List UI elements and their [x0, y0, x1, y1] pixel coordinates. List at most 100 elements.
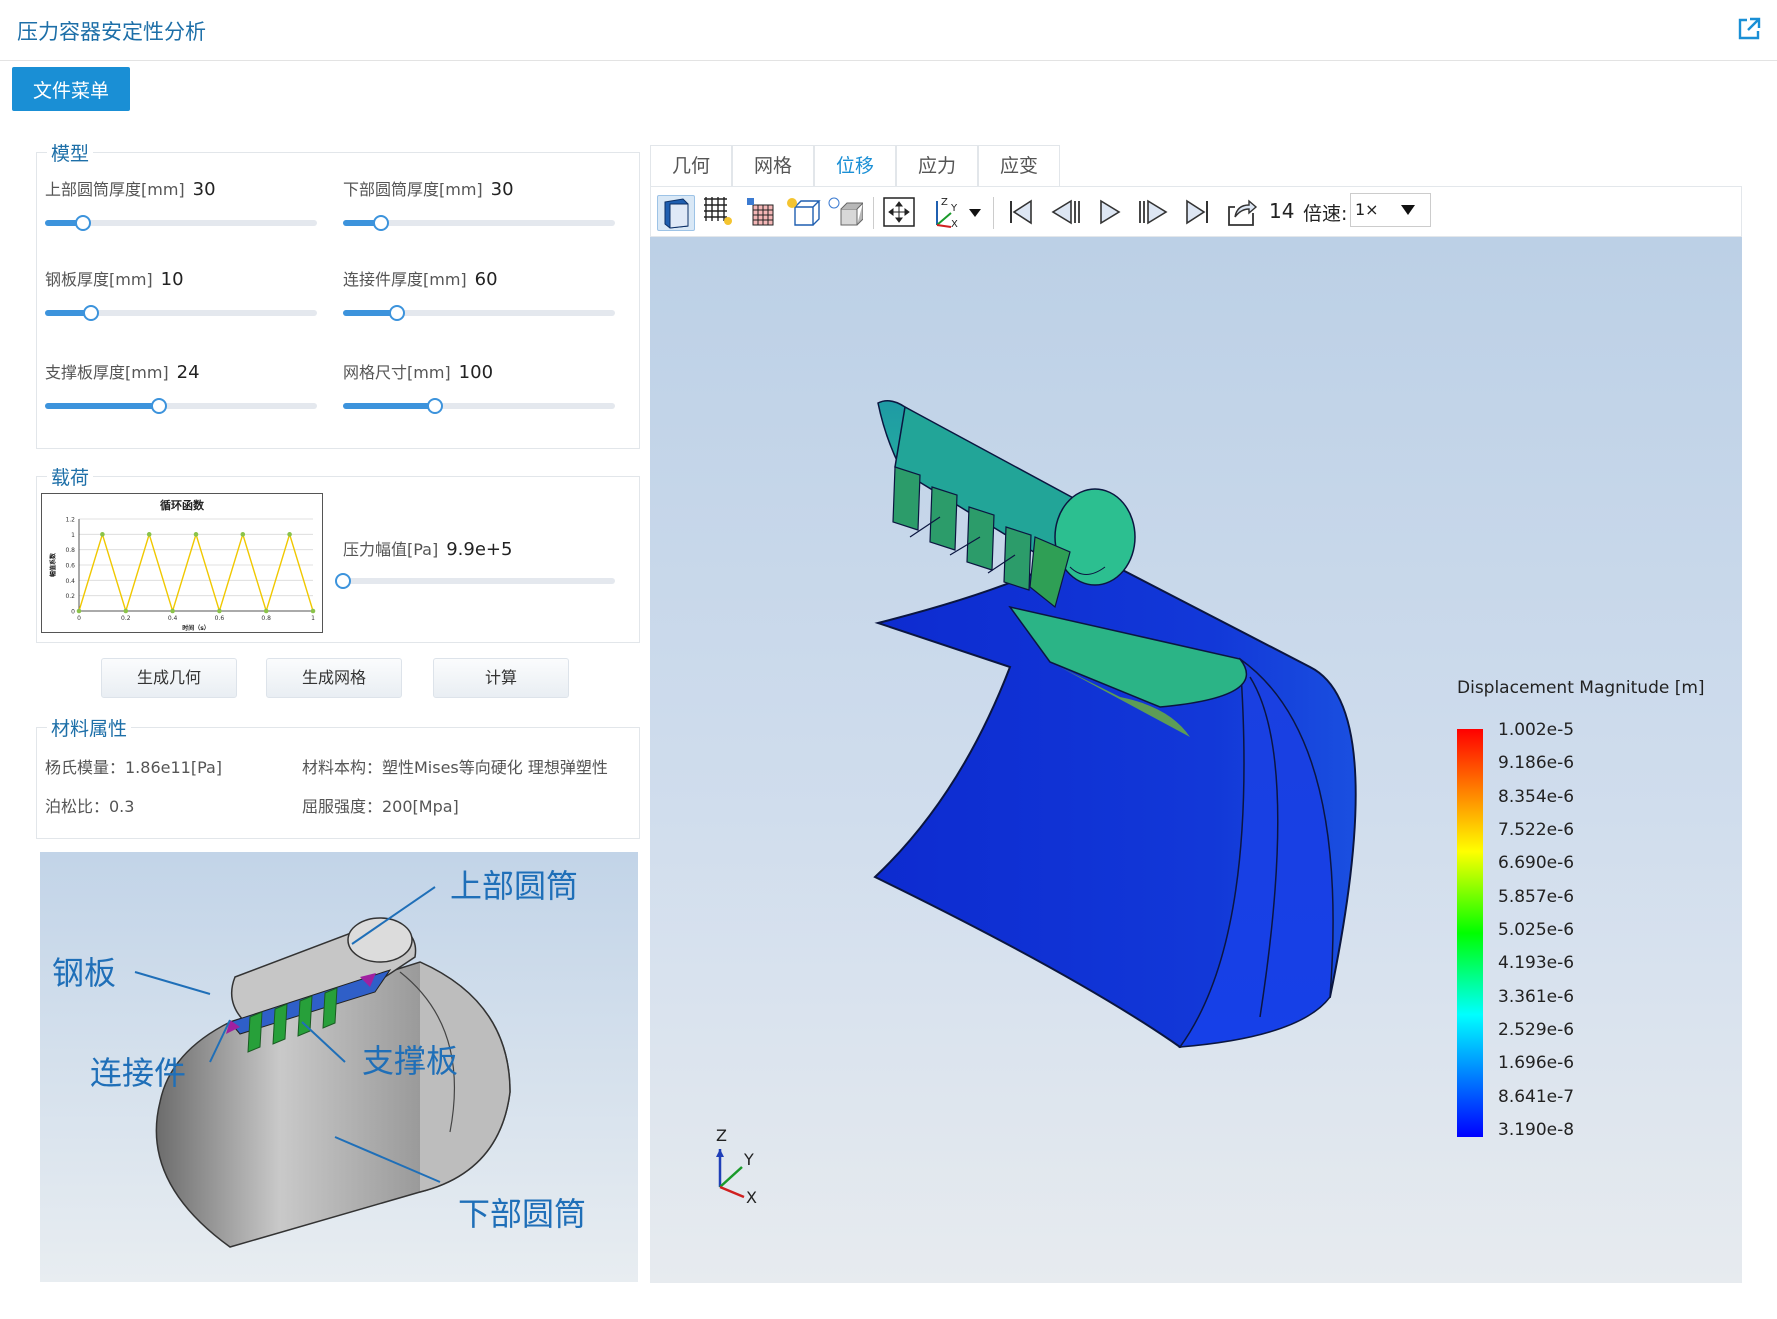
file-menu-button[interactable]: 文件菜单 — [12, 67, 130, 111]
param-value: 10 — [160, 269, 184, 290]
model-param-3: 连接件厚度[mm] 60 — [343, 266, 498, 290]
label-lower-cylinder: 下部圆筒 — [458, 1195, 586, 1233]
model-param-slider[interactable] — [343, 305, 615, 321]
model-param-5: 网格尺寸[mm] 100 — [343, 359, 493, 383]
wireframe-button[interactable] — [785, 195, 823, 231]
pressure-slider[interactable] — [335, 573, 615, 589]
page-title: 压力容器安定性分析 — [17, 20, 206, 44]
last-frame-button[interactable] — [1179, 195, 1217, 231]
x-tick-label: 0.2 — [121, 615, 131, 622]
play-icon — [1100, 199, 1121, 225]
next-frame-icon — [1139, 199, 1168, 225]
legend-value: 1.696e-6 — [1498, 1053, 1575, 1074]
pressure-slider-knob[interactable] — [335, 573, 351, 589]
y-tick-label: 0.4 — [65, 578, 75, 585]
param-value: 100 — [458, 362, 494, 383]
svg-text:Y: Y — [950, 203, 958, 214]
model-param-4: 支撑板厚度[mm] 24 — [45, 359, 200, 383]
next-frame-button[interactable] — [1135, 195, 1173, 231]
param-label: 支撑板厚度[mm] — [45, 363, 169, 382]
chevron-down-icon — [1401, 205, 1415, 215]
legend-value: 6.690e-6 — [1498, 853, 1575, 874]
model-param-0: 上部圆筒厚度[mm] 30 — [45, 176, 216, 200]
legend-value: 9.186e-6 — [1498, 753, 1575, 774]
param-label: 网格尺寸[mm] — [343, 363, 451, 382]
pressure-param: 压力幅值[Pa] 9.9e+5 — [343, 536, 512, 560]
speed-label: 倍速: — [1303, 203, 1348, 225]
legend-value: 3.361e-6 — [1498, 986, 1575, 1007]
wireframe-icon — [787, 198, 821, 226]
chart-title: 循环函数 — [160, 498, 205, 512]
y-tick-label: 1.2 — [65, 517, 75, 524]
label-upper-cylinder: 上部圆筒 — [450, 867, 578, 905]
label-connector: 连接件 — [90, 1054, 186, 1092]
model-param-slider[interactable] — [45, 398, 317, 414]
youngs-modulus: 杨氏模量：1.86e11[Pa] — [45, 758, 223, 777]
cyclic-function-chart: 循环函数 0 0.2 0.4 0.6 0.8 1 1.2 0 0.2 0.4 0.6 0.8 1 时间（s）… — [41, 493, 323, 633]
material-fieldset: 材料属性 — [36, 714, 640, 839]
tab-4[interactable]: 应变 — [978, 145, 1060, 187]
x-tick-label: 0 — [77, 615, 81, 622]
vessel-diagram-image: 上部圆筒 钢板 连接件 支撑板 下部圆筒 — [52, 867, 586, 1248]
solid-view-icon — [664, 198, 689, 229]
first-frame-button[interactable] — [1003, 195, 1041, 231]
prev-frame-button[interactable] — [1047, 195, 1085, 231]
fit-view-button[interactable] — [881, 195, 919, 231]
axis-y-label: Y — [743, 1150, 754, 1169]
svg-text:Z: Z — [941, 197, 948, 208]
param-value: 60 — [474, 269, 498, 290]
play-button[interactable] — [1091, 195, 1129, 231]
chart-point — [287, 532, 292, 537]
chart-point — [193, 532, 199, 537]
generate-geometry-button[interactable]: 生成几何 — [101, 658, 237, 698]
legend-value: 8.354e-6 — [1498, 786, 1575, 807]
tab-3[interactable]: 应力 — [896, 145, 978, 187]
poisson-ratio: 泊松比：0.3 — [45, 797, 135, 816]
slider-knob[interactable] — [373, 215, 390, 231]
header-bar: 压力容器安定性分析 — [0, 0, 1777, 61]
mesh-solid-button[interactable] — [743, 195, 781, 231]
speed-select[interactable]: 1× — [1350, 193, 1431, 227]
generate-mesh-button[interactable]: 生成网格 — [266, 658, 402, 698]
axis-triad: Z Y X — [716, 1127, 757, 1207]
tab-0[interactable]: 几何 — [650, 145, 732, 187]
prev-frame-icon — [1051, 199, 1080, 225]
pressure-value: 9.9e+5 — [446, 539, 513, 560]
external-link-icon[interactable] — [1735, 15, 1763, 43]
axis-x-label: X — [746, 1188, 757, 1207]
3d-viewport[interactable]: Displacement Magnitude [m] 1.002e-5 9.186e… — [650, 237, 1742, 1283]
axis-orientation-dropdown[interactable]: ZYX — [929, 195, 985, 231]
solid-view-button[interactable] — [657, 195, 695, 231]
model-param-slider[interactable] — [343, 215, 615, 231]
chart-point — [217, 608, 222, 614]
legend-value: 1.002e-5 — [1498, 720, 1575, 740]
axis-orient-icon: ZYX — [936, 197, 981, 230]
chart-point — [146, 532, 152, 537]
chart-point — [100, 532, 105, 537]
chart-point — [310, 608, 316, 614]
pressure-label: 压力幅值[Pa] — [343, 540, 439, 559]
y-tick-label: 0.6 — [65, 563, 75, 570]
x-tick-label: 1 — [311, 615, 315, 622]
mesh-view-button[interactable] — [701, 195, 739, 231]
model-param-slider[interactable] — [343, 398, 615, 414]
export-button[interactable] — [1223, 195, 1261, 231]
legend-title: Displacement Magnitude [m] — [1457, 678, 1705, 698]
x-tick-label: 0.8 — [261, 615, 271, 622]
legend-value: 7.522e-6 — [1498, 820, 1575, 840]
y-tick-label: 0.2 — [65, 593, 75, 600]
load-legend: 载荷 — [47, 463, 94, 490]
last-frame-icon — [1186, 199, 1208, 225]
slider-knob[interactable] — [75, 215, 92, 231]
tab-2[interactable]: 位移 — [814, 145, 896, 187]
viewer-toolbar: ZYX 14 倍速: 1× — [650, 186, 1742, 237]
model-param-slider[interactable] — [45, 305, 317, 321]
lighting-button[interactable] — [827, 195, 865, 231]
param-label: 下部圆筒厚度[mm] — [343, 180, 483, 199]
compute-button[interactable]: 计算 — [433, 658, 569, 698]
model-param-slider[interactable] — [45, 215, 317, 231]
frame-number: 14 — [1269, 199, 1295, 223]
x-tick-label: 0.4 — [168, 615, 178, 622]
tab-1[interactable]: 网格 — [732, 145, 814, 187]
x-tick-label: 0.6 — [215, 615, 225, 622]
